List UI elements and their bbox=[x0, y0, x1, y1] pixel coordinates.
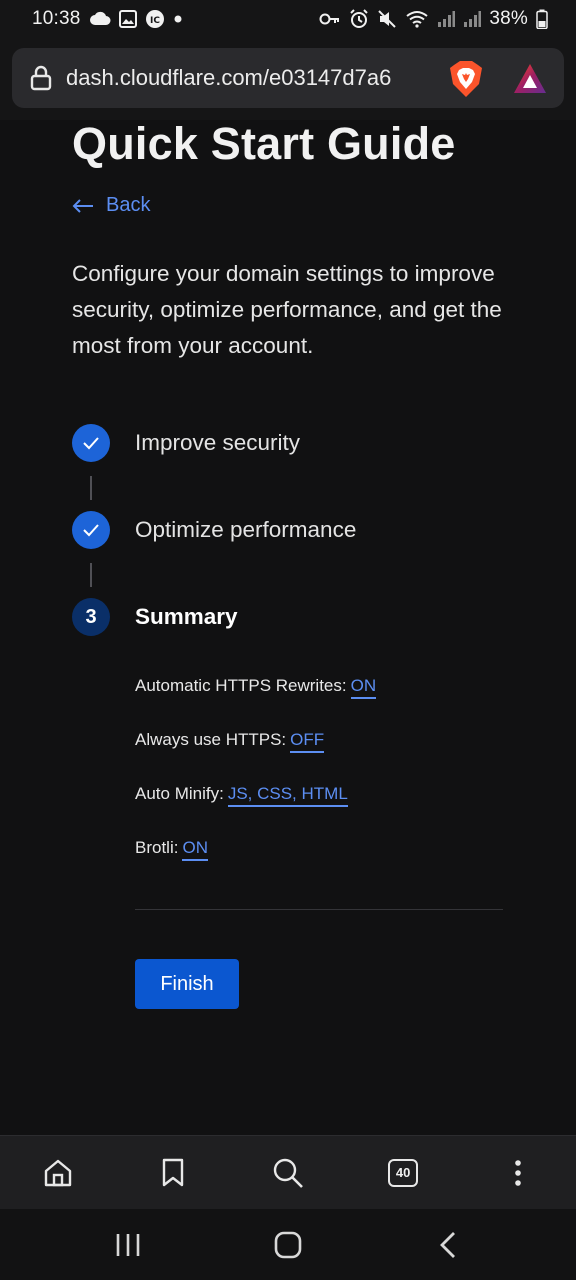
back-link[interactable]: Back bbox=[72, 194, 150, 217]
back-nav-icon bbox=[440, 1231, 455, 1258]
status-bar: 10:38 IC 38% bbox=[0, 0, 576, 38]
step-summary: 3 Summary bbox=[72, 598, 238, 636]
step-optimize-performance: Optimize performance bbox=[72, 511, 356, 549]
signal-icon bbox=[463, 10, 482, 28]
tabs-count: 40 bbox=[388, 1158, 419, 1187]
system-nav-bar bbox=[0, 1209, 576, 1280]
cloud-icon bbox=[89, 11, 111, 27]
status-left: 10:38 IC bbox=[32, 8, 183, 30]
step-label: Optimize performance bbox=[135, 517, 357, 542]
step-number-badge: 3 bbox=[72, 598, 110, 636]
svg-text:IC: IC bbox=[150, 16, 160, 26]
key-icon bbox=[319, 12, 341, 26]
summary-value-link[interactable]: ON bbox=[350, 676, 377, 699]
battery-icon bbox=[536, 9, 548, 29]
step-label: Improve security bbox=[135, 430, 301, 455]
finish-button[interactable]: Finish bbox=[135, 959, 239, 1009]
status-right: 38% bbox=[319, 8, 548, 30]
back-label: Back bbox=[106, 194, 151, 216]
brave-rewards-icon[interactable] bbox=[512, 62, 548, 101]
dot-icon bbox=[173, 14, 183, 24]
summary-label: Auto Minify: bbox=[135, 784, 224, 803]
search-button[interactable] bbox=[258, 1143, 318, 1203]
summary-always-https: Always use HTTPS: OFF bbox=[135, 730, 325, 753]
image-icon bbox=[118, 10, 137, 28]
page-content: Quick Start Guide Back Configure your do… bbox=[0, 118, 576, 1135]
check-icon bbox=[83, 524, 99, 537]
browser-toolbar: 40 bbox=[0, 1135, 576, 1209]
step-label: Summary bbox=[135, 604, 238, 629]
summary-label: Always use HTTPS: bbox=[135, 730, 287, 749]
summary-https-rewrites: Automatic HTTPS Rewrites: ON bbox=[135, 676, 377, 699]
battery-percent: 38% bbox=[489, 8, 528, 29]
step-complete-badge bbox=[72, 424, 110, 462]
summary-value-link[interactable]: ON bbox=[182, 838, 208, 861]
wifi-icon bbox=[405, 10, 429, 28]
summary-value-link[interactable]: JS, CSS, HTML bbox=[227, 784, 348, 807]
page-description: Configure your domain settings to improv… bbox=[72, 261, 502, 358]
lock-icon[interactable] bbox=[30, 65, 52, 91]
summary-label: Brotli: bbox=[135, 838, 179, 857]
step-connector bbox=[90, 563, 92, 587]
home-nav-button[interactable] bbox=[253, 1215, 323, 1275]
divider bbox=[135, 909, 503, 910]
brave-shield-icon[interactable] bbox=[448, 60, 484, 103]
bookmark-icon bbox=[162, 1158, 183, 1186]
more-vertical-icon bbox=[515, 1159, 522, 1186]
signal-icon bbox=[437, 10, 456, 28]
arrow-left-icon bbox=[72, 198, 94, 214]
recents-button[interactable] bbox=[93, 1215, 163, 1275]
browser-address-area: dash.cloudflare.com/e03147d7a6 bbox=[0, 38, 576, 120]
status-time: 10:38 bbox=[32, 8, 81, 29]
check-icon bbox=[83, 437, 99, 450]
summary-value-link[interactable]: OFF bbox=[290, 730, 325, 753]
step-complete-badge bbox=[72, 511, 110, 549]
home-button[interactable] bbox=[28, 1143, 88, 1203]
url-text[interactable]: dash.cloudflare.com/e03147d7a6 bbox=[66, 65, 436, 91]
mute-icon bbox=[377, 9, 397, 29]
home-nav-icon bbox=[274, 1231, 302, 1258]
bookmarks-button[interactable] bbox=[143, 1143, 203, 1203]
summary-auto-minify: Auto Minify: JS, CSS, HTML bbox=[135, 784, 348, 807]
summary-brotli: Brotli: ON bbox=[135, 838, 208, 861]
home-icon bbox=[44, 1159, 71, 1186]
search-icon bbox=[273, 1158, 303, 1188]
summary-label: Automatic HTTPS Rewrites: bbox=[135, 676, 347, 695]
step-improve-security: Improve security bbox=[72, 424, 300, 462]
menu-button[interactable] bbox=[488, 1143, 548, 1203]
back-nav-button[interactable] bbox=[413, 1215, 483, 1275]
page-title: Quick Start Guide bbox=[72, 118, 456, 169]
tabs-button[interactable]: 40 bbox=[373, 1143, 433, 1203]
step-connector bbox=[90, 476, 92, 500]
address-bar[interactable]: dash.cloudflare.com/e03147d7a6 bbox=[12, 48, 564, 108]
ic-app-icon: IC bbox=[145, 9, 165, 29]
alarm-icon bbox=[349, 9, 369, 29]
recents-icon bbox=[116, 1233, 140, 1256]
